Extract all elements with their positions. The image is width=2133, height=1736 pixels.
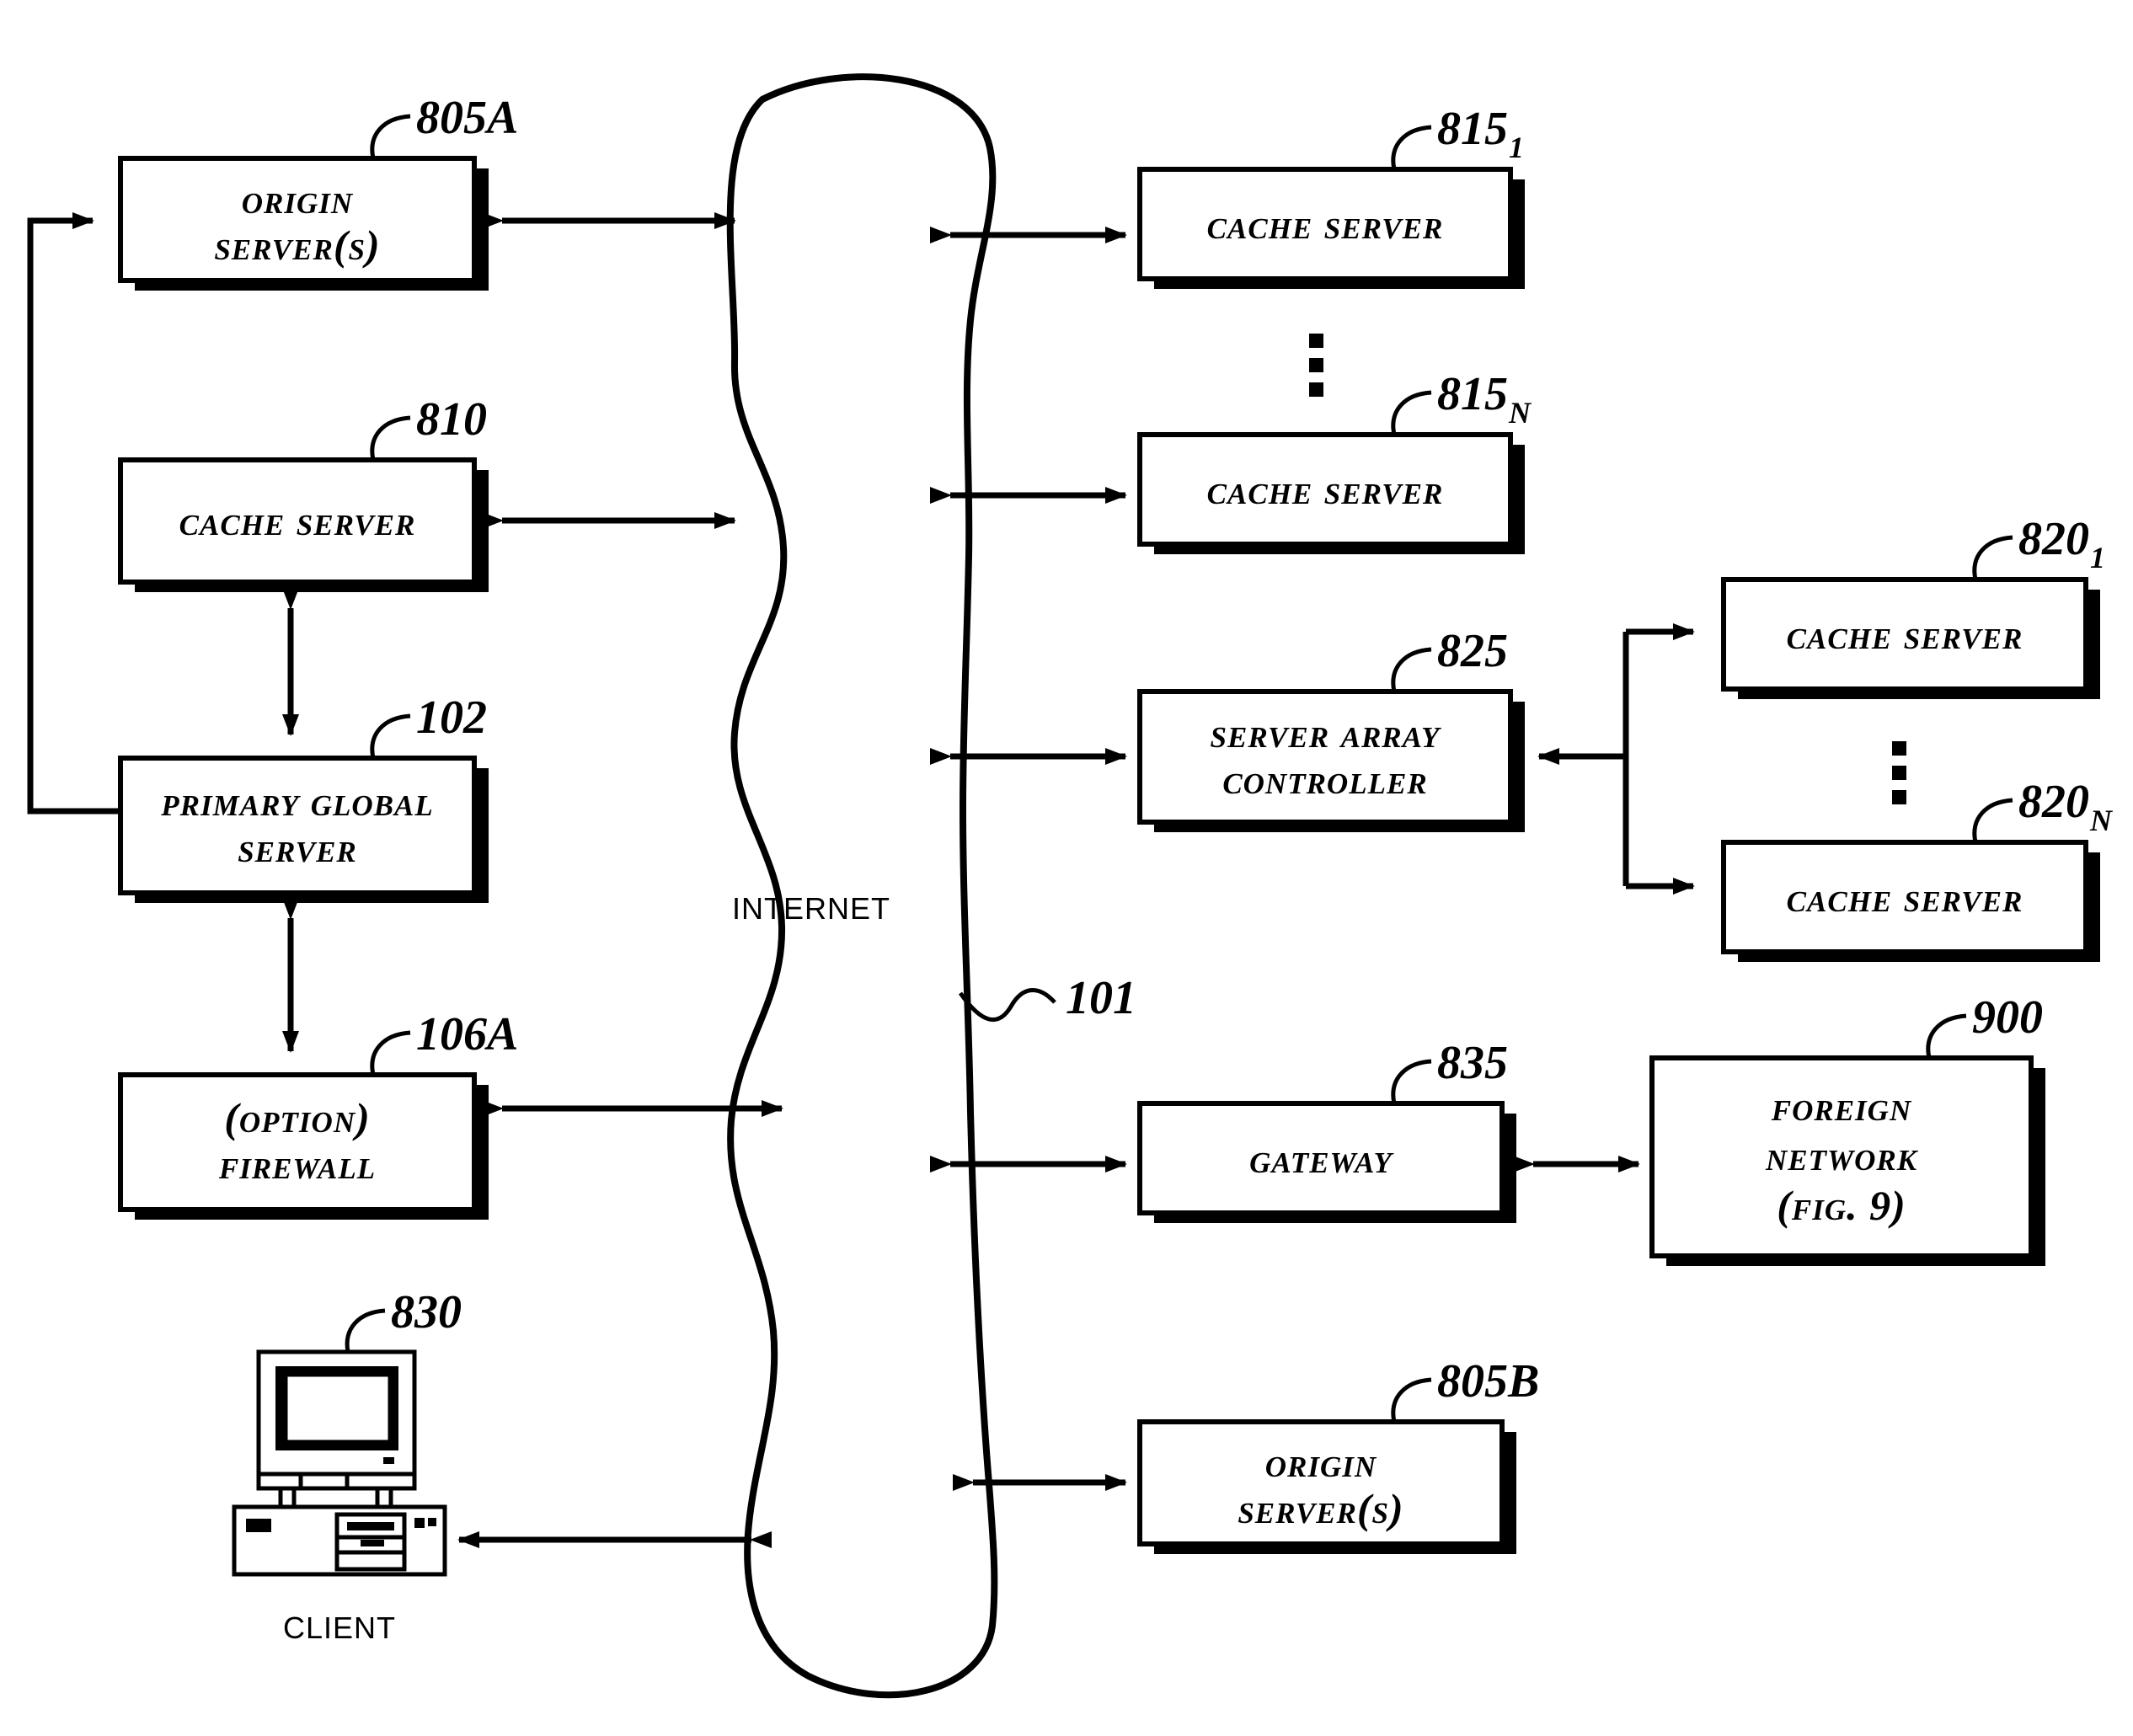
cache-server-810-line1: Cache Server	[179, 497, 416, 544]
node-origin-server-a[interactable]: Origin Server(s)	[118, 156, 489, 291]
client-label: Client	[283, 1600, 396, 1648]
internet-cloud: Internet	[726, 73, 998, 1699]
origin-server-a-line1: Origin	[242, 175, 354, 222]
option-firewall-line2: Firewall	[218, 1140, 376, 1188]
origin-server-a-line2: Server(s)	[214, 222, 380, 269]
svg-text:N: N	[1508, 396, 1532, 430]
ref-835: 835	[1391, 1037, 1508, 1104]
node-cache-server-820-n[interactable]: Cache Server	[1721, 840, 2100, 962]
svg-text:N: N	[2089, 804, 2114, 837]
svg-text:810: 810	[416, 393, 487, 446]
node-server-array-controller[interactable]: Server Array Controller	[1137, 689, 1525, 832]
ref-820-n: 820 N	[1972, 776, 2114, 843]
svg-text:805A: 805A	[416, 92, 518, 144]
svg-text:101: 101	[1066, 972, 1136, 1024]
origin-server-b-line1: Origin	[1265, 1439, 1377, 1486]
cache-server-820-n-line1: Cache Server	[1787, 873, 2023, 921]
svg-text:1: 1	[1509, 131, 1524, 164]
node-foreign-network[interactable]: Foreign Network (Fig. 9)	[1649, 1055, 2045, 1266]
svg-text:820: 820	[2018, 513, 2089, 565]
node-cache-server-820-1[interactable]: Cache Server	[1721, 577, 2100, 699]
svg-text:825: 825	[1437, 625, 1508, 677]
node-origin-server-b[interactable]: Origin Server(s)	[1137, 1419, 1516, 1554]
svg-text:830: 830	[391, 1286, 462, 1338]
ref-815-n: 815 N	[1391, 368, 1532, 435]
svg-text:815: 815	[1437, 103, 1508, 155]
ref-830: 830	[345, 1286, 462, 1353]
node-client[interactable]: Client	[232, 1349, 447, 1648]
internet-label: Internet	[732, 880, 890, 929]
svg-text:102: 102	[416, 692, 487, 744]
server-array-controller-line2: Controller	[1222, 756, 1427, 803]
ref-805B: 805B	[1391, 1355, 1539, 1423]
origin-server-b-line2: Server(s)	[1238, 1485, 1403, 1532]
server-array-controller-line1: Server Array	[1211, 709, 1443, 756]
foreign-network-line2: Network	[1765, 1132, 1919, 1179]
primary-global-server-line1: Primary Global	[160, 777, 433, 825]
primary-global-server-line2: Server	[238, 824, 357, 871]
ellipsis-820	[1892, 741, 1906, 804]
node-gateway[interactable]: Gateway	[1137, 1101, 1516, 1223]
cache-server-815-1-line1: Cache Server	[1207, 200, 1444, 248]
node-cache-server-810[interactable]: Cache Server	[118, 457, 489, 592]
svg-text:805B: 805B	[1437, 1355, 1539, 1407]
svg-text:815: 815	[1437, 368, 1508, 420]
ref-900: 900	[1926, 991, 2043, 1059]
foreign-network-line3: (Fig. 9)	[1777, 1182, 1906, 1229]
cloud-ref-101: 101	[958, 972, 1136, 1024]
svg-text:835: 835	[1437, 1037, 1508, 1089]
node-cache-server-815-n[interactable]: Cache Server	[1137, 432, 1525, 554]
cache-server-820-1-line1: Cache Server	[1787, 611, 2023, 658]
node-primary-global-server[interactable]: Primary Global Server	[118, 756, 489, 903]
ref-815-1: 815 1	[1391, 103, 1524, 170]
option-firewall-line1: (Option)	[224, 1094, 371, 1141]
cache-server-815-n-line1: Cache Server	[1207, 466, 1444, 513]
node-cache-server-815-1[interactable]: Cache Server	[1137, 167, 1525, 289]
ref-106A: 106A	[370, 1008, 518, 1076]
ref-102: 102	[370, 692, 487, 759]
ref-825: 825	[1391, 625, 1508, 692]
ref-805A: 805A	[370, 92, 518, 159]
svg-text:106A: 106A	[416, 1008, 518, 1060]
svg-text:1: 1	[2090, 541, 2105, 574]
ellipsis-815	[1309, 334, 1323, 397]
ref-820-1: 820 1	[1972, 513, 2105, 580]
node-option-firewall[interactable]: (Option) Firewall	[118, 1072, 489, 1220]
global-to-origin-feedback-wire	[27, 212, 118, 815]
patent-figure: Internet 101 Origin Server(s) 805A Cache…	[0, 0, 2133, 1736]
foreign-network-line1: Foreign	[1771, 1082, 1912, 1130]
array-bus	[1622, 623, 1695, 895]
svg-text:900: 900	[1972, 991, 2043, 1044]
gateway-line1: Gateway	[1249, 1135, 1394, 1182]
svg-text:820: 820	[2018, 776, 2089, 828]
ref-810: 810	[370, 393, 487, 461]
